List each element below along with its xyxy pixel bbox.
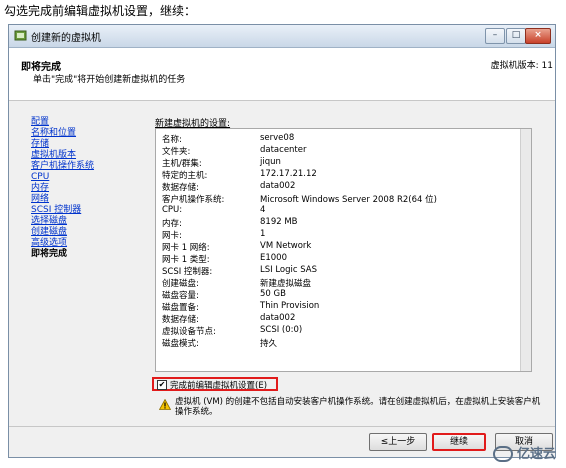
settings-row-label: 网卡 1 网络:: [162, 243, 210, 253]
settings-row-label: SCSI 控制器:: [162, 267, 213, 277]
settings-row-value: 172.17.21.12: [260, 169, 317, 179]
settings-row-value: 50 GB: [260, 289, 286, 299]
back-button[interactable]: ≤上一步: [369, 433, 427, 451]
nav-item-cpu[interactable]: CPU: [31, 172, 141, 183]
settings-row: 名称: serve08: [162, 133, 531, 145]
nav-item-memory[interactable]: 内存: [31, 183, 141, 194]
settings-row-value: 8192 MB: [260, 217, 298, 227]
settings-row-value: serve08: [260, 133, 295, 143]
settings-row-label: 名称:: [162, 135, 182, 145]
settings-row: 主机/群集: jiqun: [162, 157, 531, 169]
vm-wizard-icon: [14, 30, 27, 41]
settings-row-label: 虚拟设备节点:: [162, 327, 216, 337]
settings-row-label: 磁盘容量:: [162, 291, 199, 301]
maximize-button[interactable]: □: [506, 28, 526, 44]
step-title: 即将完成: [21, 62, 61, 73]
settings-row-value: VM Network: [260, 241, 312, 251]
watermark: 亿速云: [492, 443, 556, 462]
nav-item-scsi-controller[interactable]: SCSI 控制器: [31, 205, 141, 216]
watermark-text: 亿速云: [516, 446, 556, 462]
settings-row-label: 主机/群集:: [162, 159, 202, 169]
close-button[interactable]: ×: [525, 28, 551, 44]
settings-row-label: 数据存储:: [162, 315, 199, 325]
nav-item-ready-to-complete: 即将完成: [31, 249, 68, 259]
window-title: 创建新的虚拟机: [31, 33, 101, 44]
nav-item-select-disk[interactable]: 选择磁盘: [31, 216, 141, 227]
settings-row-value: datacenter: [260, 145, 307, 155]
step-subtitle: 单击"完成"将开始创建新虚拟机的任务: [33, 75, 186, 85]
settings-row-label: 内存:: [162, 219, 182, 229]
settings-row: 特定的主机: 172.17.21.12: [162, 169, 531, 181]
nav-item-storage[interactable]: 存储: [31, 139, 141, 150]
edit-settings-label[interactable]: 完成前编辑虚拟机设置(E): [170, 379, 267, 391]
settings-scrollbar[interactable]: [520, 129, 531, 371]
settings-row: 网卡 1 网络: VM Network: [162, 241, 531, 253]
wizard-header: 即将完成 单击"完成"将开始创建新虚拟机的任务 虚拟机版本: 11: [9, 48, 555, 101]
settings-row: 文件夹: datacenter: [162, 145, 531, 157]
continue-button[interactable]: 继续: [432, 433, 486, 451]
nav-item-create-disk[interactable]: 创建磁盘: [31, 227, 141, 238]
settings-list[interactable]: 名称: serve08 文件夹: datacenter 主机/群集: jiqun 特定的主机…: [155, 128, 532, 372]
settings-row: 数据存储: data002: [162, 181, 531, 193]
settings-row-value: data002: [260, 181, 296, 191]
nav-item-advanced-options[interactable]: 高级选项: [31, 238, 141, 249]
settings-row-value: 1: [260, 229, 266, 239]
watermark-logo-icon: [492, 446, 513, 462]
settings-row: 磁盘容量: 50 GB: [162, 289, 531, 301]
settings-row-value: LSI Logic SAS: [260, 265, 318, 275]
create-vm-window: 创建新的虚拟机 – □ × 即将完成 单击"完成"将开始创建新虚拟机的任务 虚拟…: [8, 24, 556, 458]
settings-row-value: 新建虚拟磁盘: [260, 279, 312, 289]
settings-row: 磁盘置备: Thin Provision: [162, 301, 531, 313]
settings-row: 虚拟设备节点: SCSI (0:0): [162, 325, 531, 337]
settings-row-label: 网卡 1 类型:: [162, 255, 210, 265]
nav-item-vm-version[interactable]: 虚拟机版本: [31, 150, 141, 161]
edit-settings-checkbox[interactable]: ✔: [157, 380, 167, 390]
settings-row: 数据存储: data002: [162, 313, 531, 325]
settings-row-label: 客户机操作系统:: [162, 195, 225, 205]
settings-row-value: jiqun: [260, 157, 281, 167]
title-bar: 创建新的虚拟机 – □ ×: [9, 25, 555, 48]
caption: 勾选完成前编辑虚拟机设置，继续：: [4, 4, 197, 18]
settings-row-value: SCSI (0:0): [260, 325, 303, 335]
settings-row-label: 数据存储:: [162, 183, 199, 193]
minimize-button[interactable]: –: [485, 28, 505, 44]
settings-row-label: 磁盘模式:: [162, 339, 199, 349]
nav-item-config[interactable]: 配置: [31, 117, 141, 128]
settings-row-label: 网卡:: [162, 231, 182, 241]
settings-row-label: 创建磁盘:: [162, 279, 199, 289]
settings-row: 网卡: 1: [162, 229, 531, 241]
settings-row: 网卡 1 类型: E1000: [162, 253, 531, 265]
footer-divider: [9, 426, 555, 427]
nav-item-guest-os[interactable]: 客户机操作系统: [31, 161, 141, 172]
settings-row-label: 文件夹:: [162, 147, 191, 157]
settings-row-value: Thin Provision: [260, 301, 320, 311]
warning-icon: [159, 399, 171, 410]
settings-row-value: 4: [260, 205, 266, 215]
warning-text: 虚拟机 (VM) 的创建不包括自动安装客户机操作系统。请在创建虚拟机后，在虚拟机…: [175, 397, 541, 417]
settings-row: 磁盘模式: 持久: [162, 337, 531, 349]
settings-row: CPU: 4: [162, 205, 531, 217]
settings-row-label: 磁盘置备:: [162, 303, 199, 313]
settings-row-value: data002: [260, 313, 296, 323]
settings-row-label: CPU:: [162, 205, 183, 215]
settings-row: SCSI 控制器: LSI Logic SAS: [162, 265, 531, 277]
settings-row-value: Microsoft Windows Server 2008 R2(64 位): [260, 195, 437, 205]
settings-row-label: 特定的主机:: [162, 171, 208, 181]
nav-item-name-location[interactable]: 名称和位置: [31, 128, 141, 139]
settings-row-value: E1000: [260, 253, 288, 263]
settings-row: 创建磁盘: 新建虚拟磁盘: [162, 277, 531, 289]
vm-version-label: 虚拟机版本: 11: [490, 61, 553, 71]
nav-item-network[interactable]: 网络: [31, 194, 141, 205]
wizard-nav: 配置 名称和位置 存储 虚拟机版本 客户机操作系统 CPU 内存 网络 SCSI…: [31, 117, 141, 260]
settings-row: 内存: 8192 MB: [162, 217, 531, 229]
settings-row-value: 持久: [260, 339, 278, 349]
settings-row: 客户机操作系统: Microsoft Windows Server 2008 R2…: [162, 193, 531, 205]
edit-settings-option[interactable]: ✔ 完成前编辑虚拟机设置(E): [152, 377, 278, 391]
